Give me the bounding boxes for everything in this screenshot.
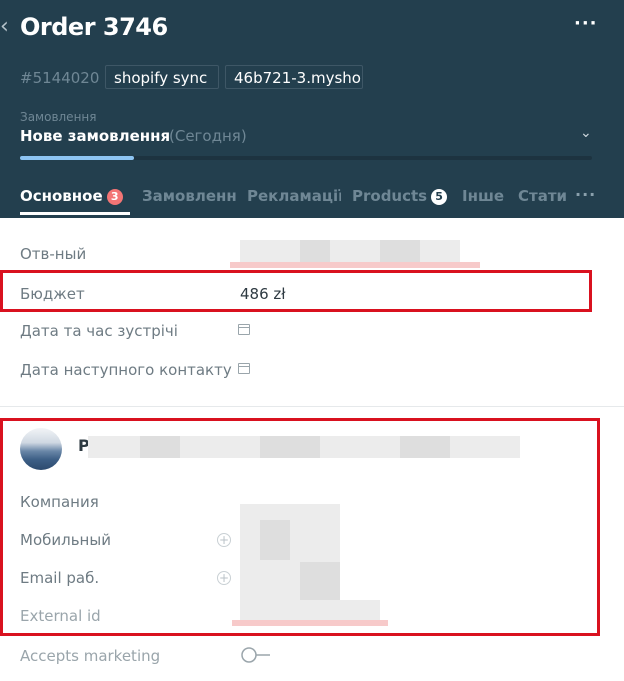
pipeline-label: Замовлення bbox=[20, 110, 97, 124]
meeting-datetime-label: Дата та час зустрічі bbox=[20, 322, 178, 340]
order-header: ‹ Order 3746 ··· #5144020 shopify sync 4… bbox=[0, 0, 624, 218]
tab-main-label: Основное bbox=[20, 187, 103, 205]
status-date: (Сегодня) bbox=[169, 127, 247, 145]
order-id: #5144020 bbox=[20, 69, 100, 87]
tabs-more-icon[interactable]: ··· bbox=[575, 185, 596, 204]
status-chevron-down-icon[interactable]: ⌄ bbox=[580, 125, 592, 141]
accepts-marketing-label: Accepts marketing bbox=[20, 647, 161, 665]
tab-other[interactable]: Інше bbox=[462, 185, 504, 207]
tab-statistics[interactable]: Статистика bbox=[518, 185, 566, 207]
redacted-underline bbox=[230, 262, 480, 268]
section-divider bbox=[0, 406, 624, 407]
calendar-icon[interactable] bbox=[238, 324, 250, 335]
contact-highlight-box bbox=[0, 418, 600, 636]
redacted-block bbox=[380, 240, 420, 262]
toggle-switch-icon[interactable] bbox=[240, 646, 274, 664]
status-progress-fill bbox=[20, 156, 135, 160]
tab-main[interactable]: Основное 3 bbox=[20, 185, 123, 207]
tab-products[interactable]: Products 5 bbox=[352, 185, 448, 207]
status-name[interactable]: Нове замовлення bbox=[20, 127, 170, 145]
back-chevron-icon[interactable]: ‹ bbox=[0, 12, 9, 42]
budget-highlight-box bbox=[0, 270, 592, 312]
tab-bar: Основное 3 Замовленн Рекламації Products 5… bbox=[20, 185, 624, 215]
active-tab-underline bbox=[20, 212, 130, 215]
tab-orders[interactable]: Замовленн bbox=[142, 185, 256, 207]
calendar-icon[interactable] bbox=[238, 363, 250, 374]
tab-products-badge: 5 bbox=[431, 189, 448, 205]
more-options-icon[interactable]: ··· bbox=[574, 12, 598, 36]
redacted-block bbox=[300, 240, 330, 262]
tab-main-badge: 3 bbox=[106, 189, 123, 205]
tab-complaints[interactable]: Рекламації bbox=[247, 185, 341, 207]
tag-chip-shopify-sync[interactable]: shopify sync bbox=[105, 65, 219, 89]
tag-chip-store[interactable]: 46b721-3.mysho bbox=[225, 65, 363, 89]
status-progress-bar bbox=[20, 156, 592, 160]
responsible-label: Отв-ный bbox=[20, 245, 87, 263]
redacted-block bbox=[240, 240, 460, 262]
page-title: Order 3746 bbox=[20, 13, 168, 41]
tab-products-label: Products bbox=[352, 187, 428, 205]
next-contact-label: Дата наступного контакту bbox=[20, 361, 232, 379]
